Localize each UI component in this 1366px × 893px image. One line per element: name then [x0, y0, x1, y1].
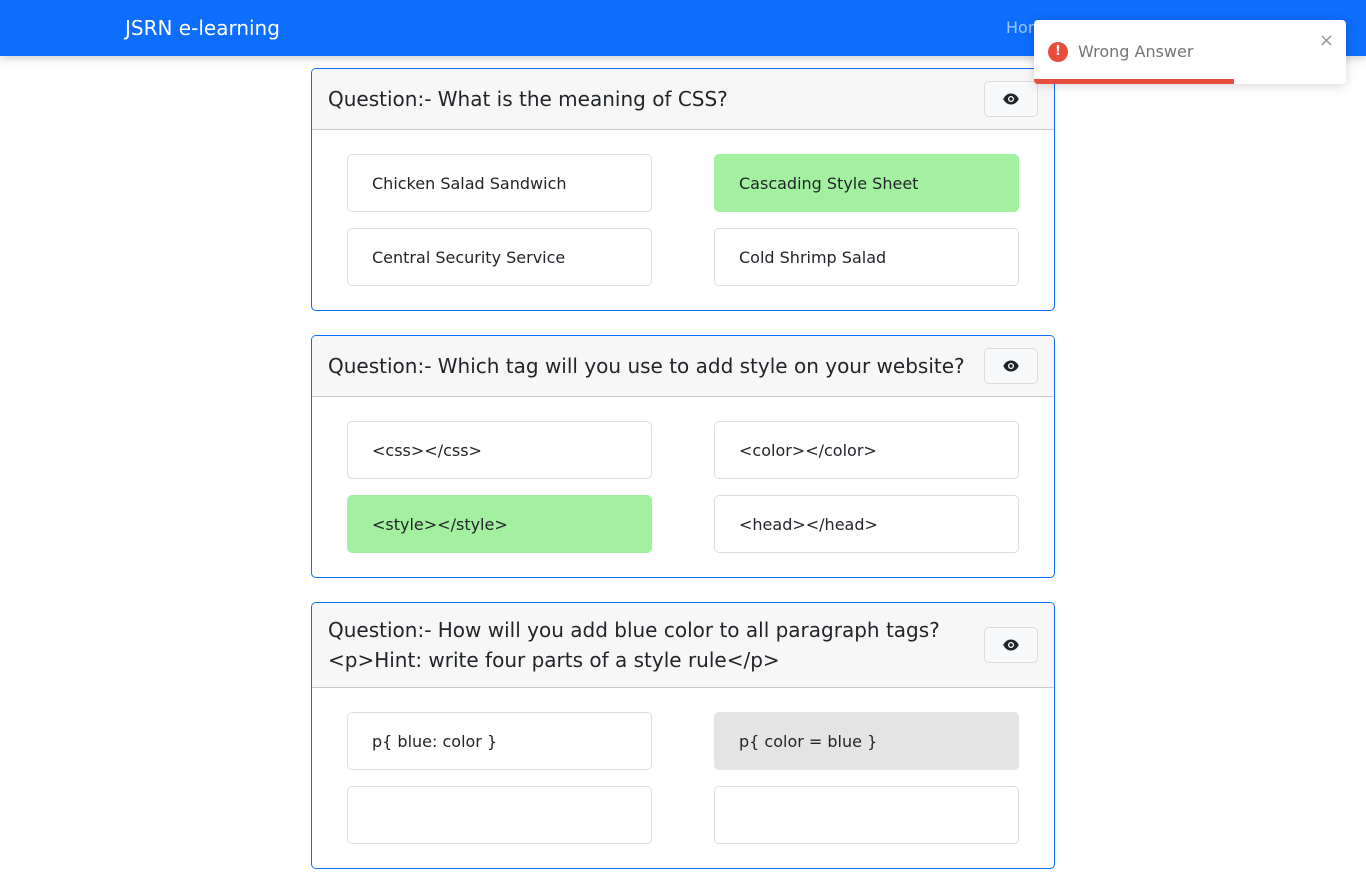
answer-option[interactable]: <head></head>	[714, 495, 1019, 553]
error-icon: !	[1048, 42, 1068, 62]
question-card: Question:- What is the meaning of CSS? C…	[311, 68, 1055, 311]
question-header: Question:- Which tag will you use to add…	[312, 336, 1054, 397]
show-answer-button[interactable]	[984, 627, 1038, 663]
wrong-answer-toast: ! Wrong Answer ×	[1034, 20, 1346, 84]
question-card: Question:- How will you add blue color t…	[311, 602, 1055, 869]
question-text: Question:- How will you add blue color t…	[328, 618, 940, 672]
eye-icon	[1003, 360, 1019, 372]
question-text: Question:- Which tag will you use to add…	[328, 354, 965, 378]
quiz-container: Question:- What is the meaning of CSS? C…	[311, 68, 1055, 893]
answer-option[interactable]: Cold Shrimp Salad	[714, 228, 1019, 286]
answer-option[interactable]: p{ color = blue }	[714, 712, 1019, 770]
options-grid: Chicken Salad Sandwich Cascading Style S…	[312, 130, 1054, 310]
answer-option[interactable]: Central Security Service	[347, 228, 652, 286]
answer-option[interactable]: <style></style>	[347, 495, 652, 553]
answer-option[interactable]: <css></css>	[347, 421, 652, 479]
answer-option[interactable]: Chicken Salad Sandwich	[347, 154, 652, 212]
answer-option[interactable]	[714, 786, 1019, 844]
answer-option[interactable]: Cascading Style Sheet	[714, 154, 1019, 212]
question-header: Question:- What is the meaning of CSS?	[312, 69, 1054, 130]
question-text: Question:- What is the meaning of CSS?	[328, 87, 728, 111]
eye-icon	[1003, 93, 1019, 105]
answer-option[interactable]: p{ blue: color }	[347, 712, 652, 770]
question-header: Question:- How will you add blue color t…	[312, 603, 1054, 688]
toast-message: Wrong Answer	[1078, 42, 1194, 61]
answer-option[interactable]	[347, 786, 652, 844]
toast-progress-bar	[1034, 79, 1234, 84]
close-icon[interactable]: ×	[1319, 32, 1334, 50]
question-card: Question:- Which tag will you use to add…	[311, 335, 1055, 578]
answer-option[interactable]: <color></color>	[714, 421, 1019, 479]
brand-link[interactable]: JSRN e-learning	[125, 0, 280, 56]
options-grid: p{ blue: color } p{ color = blue }	[312, 688, 1054, 868]
show-answer-button[interactable]	[984, 348, 1038, 384]
options-grid: <css></css> <color></color> <style></sty…	[312, 397, 1054, 577]
show-answer-button[interactable]	[984, 81, 1038, 117]
eye-icon	[1003, 639, 1019, 651]
